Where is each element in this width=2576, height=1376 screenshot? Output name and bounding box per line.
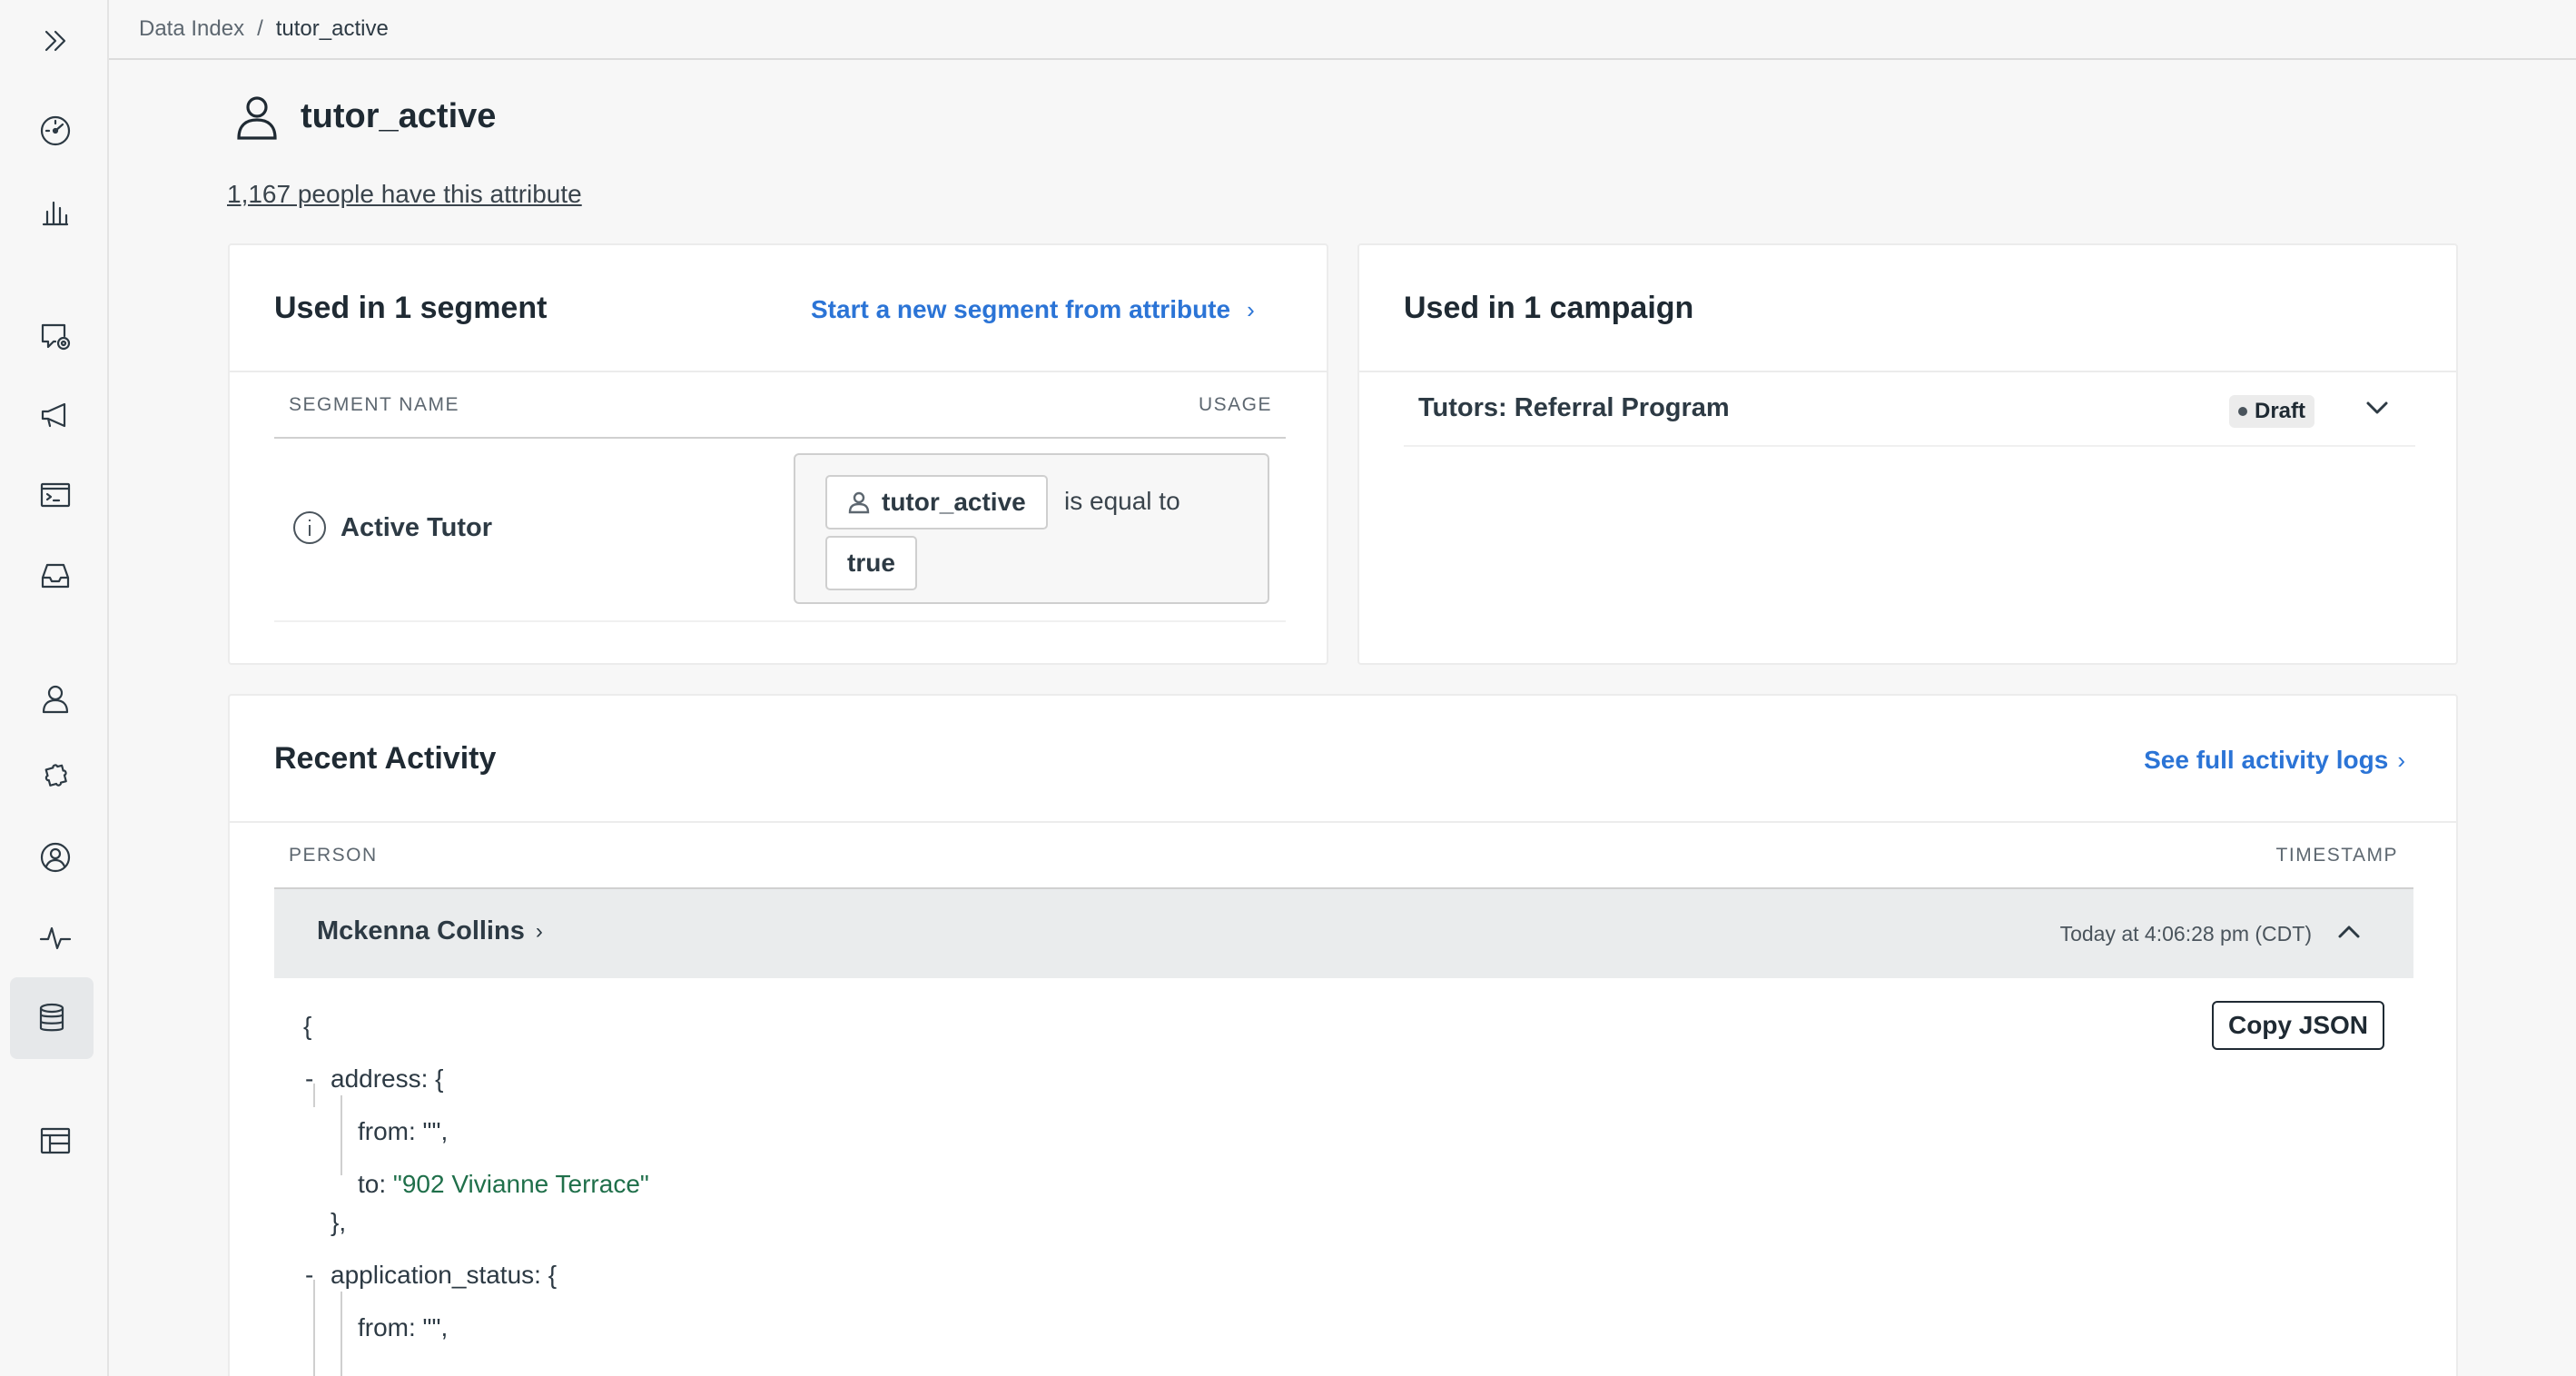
activity-card: Recent Activity See full activity logs ›… — [228, 694, 2458, 1376]
nav-people[interactable] — [18, 662, 93, 737]
broadcasts-icon — [40, 482, 71, 508]
value-chip[interactable]: true — [825, 536, 917, 590]
activity-collapse-button[interactable] — [2335, 918, 2363, 950]
nav-messages[interactable] — [18, 299, 93, 373]
json-address-to-key: to: — [358, 1170, 393, 1198]
sidebar — [0, 0, 109, 1376]
nav-inbox[interactable] — [18, 539, 93, 613]
json-guide — [313, 1084, 315, 1107]
json-address-from: from: "", — [358, 1117, 449, 1145]
activity-card-title: Recent Activity — [274, 741, 497, 776]
card-divider — [230, 821, 2456, 823]
expand-sidebar-button[interactable] — [18, 4, 93, 78]
nav-broadcasts[interactable] — [18, 458, 93, 532]
campaign-expand-button[interactable] — [2364, 394, 2391, 426]
col-timestamp: TIMESTAMP — [2275, 845, 2398, 866]
json-address-close: }, — [331, 1208, 347, 1236]
card-divider — [1359, 371, 2456, 372]
nav-activity[interactable] — [18, 900, 93, 975]
json-collapse-toggle[interactable]: - — [305, 1261, 313, 1290]
operator-text: is equal to — [1064, 487, 1180, 515]
attribute-header: tutor_active — [232, 91, 496, 142]
json-address-key: address: { — [331, 1064, 444, 1093]
nav-dashboard[interactable] — [18, 94, 93, 168]
status-dot — [2238, 407, 2247, 416]
account-icon — [40, 842, 71, 873]
analytics-icon — [42, 201, 69, 226]
nav-integrations[interactable] — [18, 741, 93, 816]
json-address-to: to: "902 Vivianne Terrace" — [358, 1170, 649, 1199]
nav-data-index[interactable] — [10, 977, 94, 1059]
campaigns-icon — [41, 402, 66, 428]
campaign-row-name[interactable]: Tutors: Referral Program — [1418, 393, 1730, 423]
nav-objects[interactable] — [18, 1104, 93, 1178]
activity-row[interactable]: Mckenna Collins › Today at 4:06:28 pm (C… — [274, 887, 2413, 978]
person-link[interactable]: Mckenna Collins › — [317, 916, 543, 946]
col-usage: USAGE — [1198, 394, 1272, 415]
json-address-to-value: "902 Vivianne Terrace" — [392, 1170, 649, 1198]
dashboard-icon — [40, 115, 71, 146]
status-badge: Draft — [2229, 395, 2315, 428]
full-activity-logs-label: See full activity logs — [2144, 746, 2389, 774]
breadcrumb: Data Index / tutor_active — [109, 0, 2576, 60]
usage-condition: tutor_active is equal to true — [794, 453, 1269, 604]
objects-icon — [40, 1127, 71, 1154]
segments-card: Used in 1 segment Start a new segment fr… — [228, 243, 1328, 665]
row-divider — [274, 620, 1286, 622]
new-segment-link-label: Start a new segment from attribute — [811, 295, 1231, 323]
person-icon — [237, 96, 277, 140]
status-badge-label: Draft — [2255, 399, 2306, 423]
attribute-chip[interactable]: tutor_active — [825, 475, 1048, 530]
col-person: PERSON — [289, 845, 378, 866]
row-divider — [1404, 445, 2415, 447]
person-name: Mckenna Collins — [317, 916, 525, 945]
breadcrumb-separator: / — [257, 16, 263, 41]
card-divider — [230, 371, 1327, 372]
col-segment-name: SEGMENT NAME — [289, 394, 459, 415]
json-collapse-toggle[interactable]: - — [305, 1064, 313, 1094]
breadcrumb-data-index[interactable]: Data Index — [139, 16, 244, 42]
chevron-up-icon — [2338, 926, 2360, 938]
nav-account[interactable] — [18, 820, 93, 895]
segments-card-title: Used in 1 segment — [274, 291, 548, 325]
breadcrumb-current: tutor_active — [275, 16, 389, 41]
json-application-status-from: from: "", — [358, 1313, 449, 1341]
chevron-right-icon: › — [2397, 746, 2405, 774]
people-count-link[interactable]: 1,167 people have this attribute — [227, 180, 582, 209]
person-icon — [848, 491, 870, 514]
full-activity-logs-link[interactable]: See full activity logs › — [2144, 746, 2405, 775]
new-segment-link[interactable]: Start a new segment from attribute › — [811, 295, 1255, 324]
nav-analytics[interactable] — [18, 174, 93, 249]
chevron-right-icon: › — [535, 918, 543, 944]
copy-json-button[interactable]: Copy JSON — [2212, 1001, 2384, 1050]
inbox-icon — [41, 563, 70, 589]
messages-icon — [41, 323, 71, 351]
expand-icon — [44, 30, 66, 52]
chevron-right-icon: › — [1247, 295, 1255, 323]
campaigns-card-title: Used in 1 campaign — [1404, 291, 1694, 325]
data-index-icon — [39, 1003, 64, 1032]
nav-campaigns[interactable] — [18, 378, 93, 452]
app-root: Data Index / tutor_active tutor_active 1… — [0, 0, 2576, 1376]
integrations-icon — [44, 764, 67, 787]
info-icon — [293, 511, 326, 544]
page-title: tutor_active — [301, 96, 497, 135]
json-application-status-key: application_status: { — [331, 1261, 558, 1289]
activity-icon — [39, 926, 72, 950]
campaigns-card: Used in 1 campaign Tutors: Referral Prog… — [1357, 243, 2458, 665]
header-divider — [274, 437, 1286, 439]
segment-name-label: Active Tutor — [341, 512, 493, 542]
segment-row-name[interactable]: Active Tutor — [291, 510, 492, 546]
json-guide — [341, 1292, 342, 1376]
json-guide — [341, 1095, 342, 1175]
people-icon — [42, 685, 69, 714]
chevron-down-icon — [2366, 401, 2388, 414]
activity-timestamp: Today at 4:06:28 pm (CDT) — [2059, 922, 2312, 945]
json-guide — [313, 1280, 315, 1376]
attribute-chip-label: tutor_active — [882, 488, 1026, 516]
json-open-brace: { — [303, 1012, 312, 1040]
